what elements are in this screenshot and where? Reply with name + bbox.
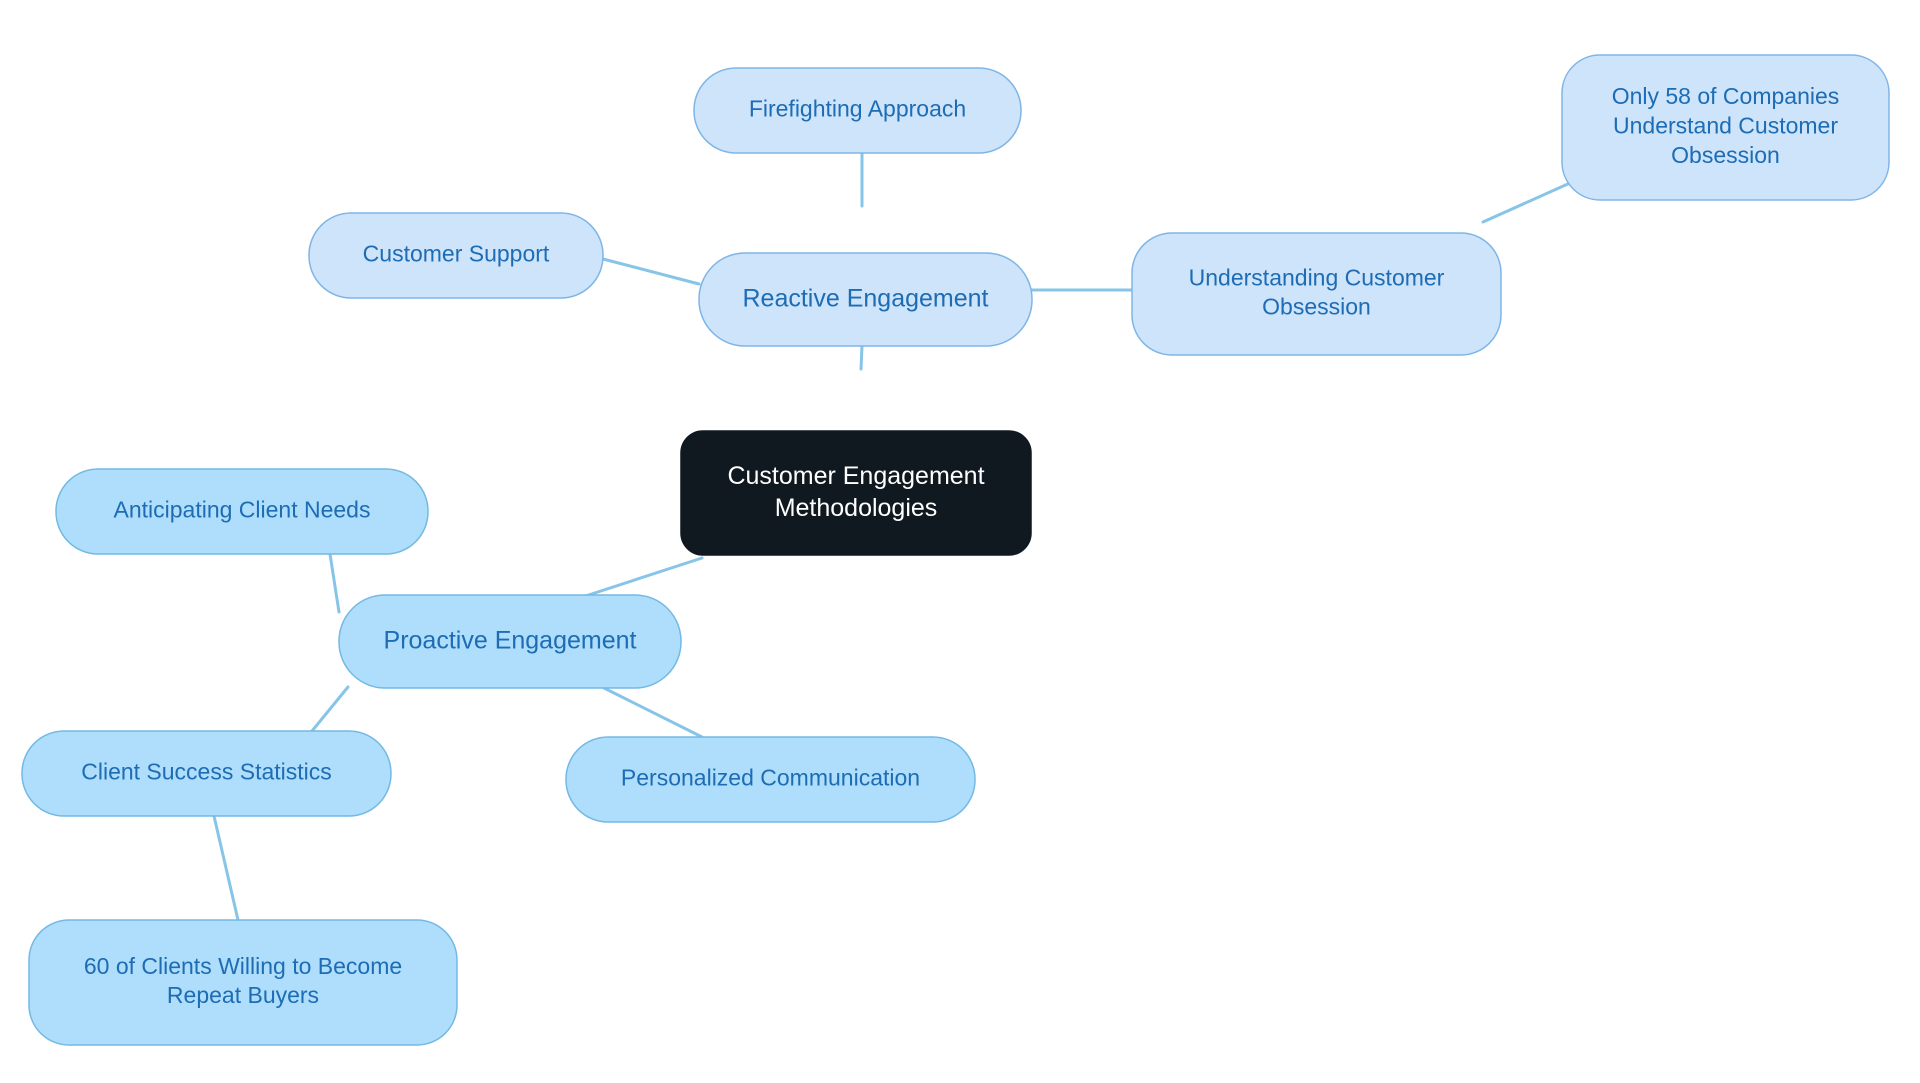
- node-label-firefighting-approach: Firefighting Approach: [749, 96, 966, 122]
- mindmap-edge: [1481, 181, 1572, 224]
- mindmap-edge: [328, 552, 341, 614]
- mindmap-canvas: Reactive Engagement Firefighting Approach…: [0, 0, 1920, 1083]
- node-label-reactive-engagement: Reactive Engagement: [743, 284, 989, 312]
- mindmap-edge: [212, 814, 240, 922]
- mindmap-node-understanding-customer-obsession[interactable]: Understanding Customer Obsession: [1131, 232, 1502, 356]
- mindmap-edge: [310, 685, 350, 733]
- mindmap-node-only-58-companies[interactable]: Only 58 of Companies Understand Customer O…: [1561, 54, 1890, 201]
- mindmap-node-personalized-communication[interactable]: Personalized Communication: [565, 736, 976, 823]
- mindmap-node-root[interactable]: Customer Engagement Methodologies: [680, 430, 1032, 556]
- mindmap-node-client-success-statistics[interactable]: Client Success Statistics: [21, 730, 392, 817]
- node-label-customer-support: Customer Support: [363, 241, 550, 267]
- mindmap-node-reactive-engagement[interactable]: Reactive Engagement: [698, 252, 1033, 347]
- mindmap-edge: [601, 257, 701, 286]
- mindmap-node-customer-support[interactable]: Customer Support: [308, 212, 604, 299]
- mindmap-node-60-clients-repeat-buyers[interactable]: 60 of Clients Willing to Become Repeat Bu…: [28, 919, 458, 1046]
- mindmap-node-firefighting-approach[interactable]: Firefighting Approach: [693, 67, 1022, 154]
- mindmap-node-proactive-engagement[interactable]: Proactive Engagement: [338, 594, 682, 689]
- mindmap-svg: Reactive Engagement Firefighting Approach…: [21, 54, 1890, 1046]
- node-label-anticipating-client-needs: Anticipating Client Needs: [114, 497, 371, 523]
- node-label-proactive-engagement: Proactive Engagement: [384, 626, 637, 654]
- nodes-group: Reactive Engagement Firefighting Approach…: [21, 54, 1890, 1046]
- mindmap-node-anticipating-client-needs[interactable]: Anticipating Client Needs: [55, 468, 429, 555]
- node-label-personalized-communication: Personalized Communication: [621, 765, 920, 791]
- mindmap-edge: [602, 686, 704, 739]
- node-label-client-success-statistics: Client Success Statistics: [81, 759, 332, 785]
